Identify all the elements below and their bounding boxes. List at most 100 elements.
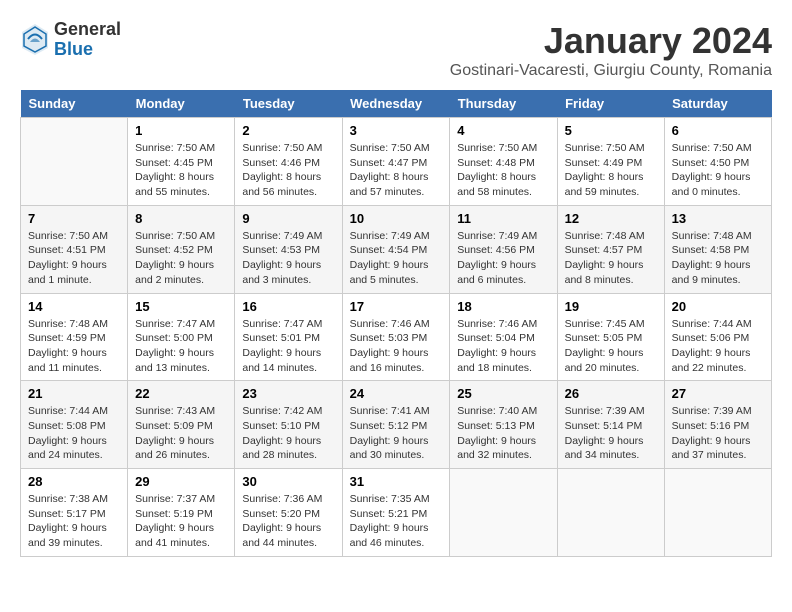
day-number: 18 <box>457 299 549 314</box>
cell-info: Sunrise: 7:37 AM Sunset: 5:19 PM Dayligh… <box>135 492 227 551</box>
cell-info: Sunrise: 7:35 AM Sunset: 5:21 PM Dayligh… <box>350 492 443 551</box>
calendar-cell: 4 Sunrise: 7:50 AM Sunset: 4:48 PM Daylig… <box>450 118 557 206</box>
calendar-cell: 25 Sunrise: 7:40 AM Sunset: 5:13 PM Dayli… <box>450 381 557 469</box>
day-number: 11 <box>457 211 549 226</box>
calendar-cell: 10 Sunrise: 7:49 AM Sunset: 4:54 PM Dayli… <box>342 205 450 293</box>
calendar-cell: 2Sunrise: 7:50 AM Sunset: 4:46 PM Daylig… <box>235 118 342 206</box>
week-row-2: 7 Sunrise: 7:50 AM Sunset: 4:51 PM Daylig… <box>21 205 772 293</box>
cell-info: Sunrise: 7:50 AM Sunset: 4:51 PM Dayligh… <box>28 229 120 288</box>
calendar-cell: 27 Sunrise: 7:39 AM Sunset: 5:16 PM Dayli… <box>664 381 771 469</box>
calendar-cell: 28 Sunrise: 7:38 AM Sunset: 5:17 PM Dayli… <box>21 469 128 557</box>
cell-info: Sunrise: 7:46 AM Sunset: 5:03 PM Dayligh… <box>350 317 443 376</box>
day-number: 30 <box>242 474 334 489</box>
cell-info: Sunrise: 7:49 AM Sunset: 4:56 PM Dayligh… <box>457 229 549 288</box>
col-header-friday: Friday <box>557 90 664 118</box>
header-row: SundayMondayTuesdayWednesdayThursdayFrid… <box>21 90 772 118</box>
calendar-cell <box>557 469 664 557</box>
logo: General Blue <box>20 20 121 60</box>
calendar-cell <box>450 469 557 557</box>
cell-info: Sunrise: 7:45 AM Sunset: 5:05 PM Dayligh… <box>565 317 657 376</box>
calendar-cell: 12 Sunrise: 7:48 AM Sunset: 4:57 PM Dayli… <box>557 205 664 293</box>
calendar-cell: 14 Sunrise: 7:48 AM Sunset: 4:59 PM Dayli… <box>21 293 128 381</box>
day-number: 4 <box>457 123 549 138</box>
col-header-monday: Monday <box>128 90 235 118</box>
day-number: 19 <box>565 299 657 314</box>
page-header: General Blue January 2024 Gostinari-Vaca… <box>20 20 772 80</box>
calendar-cell: 7 Sunrise: 7:50 AM Sunset: 4:51 PM Daylig… <box>21 205 128 293</box>
day-number: 6 <box>672 123 764 138</box>
cell-info: Sunrise: 7:50 AM Sunset: 4:48 PM Dayligh… <box>457 141 549 200</box>
calendar-cell: 30 Sunrise: 7:36 AM Sunset: 5:20 PM Dayli… <box>235 469 342 557</box>
calendar-cell: 15 Sunrise: 7:47 AM Sunset: 5:00 PM Dayli… <box>128 293 235 381</box>
day-number: 7 <box>28 211 120 226</box>
day-number: 29 <box>135 474 227 489</box>
day-number: 26 <box>565 386 657 401</box>
cell-info: Sunrise: 7:36 AM Sunset: 5:20 PM Dayligh… <box>242 492 334 551</box>
calendar-cell: 23Sunrise: 7:42 AM Sunset: 5:10 PM Dayli… <box>235 381 342 469</box>
cell-info: Sunrise: 7:38 AM Sunset: 5:17 PM Dayligh… <box>28 492 120 551</box>
cell-info: Sunrise: 7:47 AM Sunset: 5:00 PM Dayligh… <box>135 317 227 376</box>
calendar-cell: 1 Sunrise: 7:50 AM Sunset: 4:45 PM Daylig… <box>128 118 235 206</box>
day-number: 15 <box>135 299 227 314</box>
day-number: 24 <box>350 386 443 401</box>
logo-blue: Blue <box>54 40 121 60</box>
day-number: 14 <box>28 299 120 314</box>
calendar-table: SundayMondayTuesdayWednesdayThursdayFrid… <box>20 90 772 557</box>
cell-info: Sunrise: 7:46 AM Sunset: 5:04 PM Dayligh… <box>457 317 549 376</box>
cell-info: Sunrise: 7:50 AM Sunset: 4:52 PM Dayligh… <box>135 229 227 288</box>
cell-info: Sunrise: 7:50 AM Sunset: 4:50 PM Dayligh… <box>672 141 764 200</box>
cell-info: Sunrise: 7:48 AM Sunset: 4:57 PM Dayligh… <box>565 229 657 288</box>
cell-info: Sunrise: 7:47 AM Sunset: 5:01 PM Dayligh… <box>242 317 334 376</box>
week-row-3: 14 Sunrise: 7:48 AM Sunset: 4:59 PM Dayli… <box>21 293 772 381</box>
col-header-thursday: Thursday <box>450 90 557 118</box>
cell-info: Sunrise: 7:49 AM Sunset: 4:54 PM Dayligh… <box>350 229 443 288</box>
day-number: 27 <box>672 386 764 401</box>
calendar-cell: 19 Sunrise: 7:45 AM Sunset: 5:05 PM Dayli… <box>557 293 664 381</box>
cell-info: Sunrise: 7:39 AM Sunset: 5:14 PM Dayligh… <box>565 404 657 463</box>
col-header-tuesday: Tuesday <box>235 90 342 118</box>
cell-info: Sunrise: 7:49 AM Sunset: 4:53 PM Dayligh… <box>242 229 334 288</box>
calendar-cell: 5Sunrise: 7:50 AM Sunset: 4:49 PM Daylig… <box>557 118 664 206</box>
day-number: 28 <box>28 474 120 489</box>
day-number: 16 <box>242 299 334 314</box>
week-row-4: 21Sunrise: 7:44 AM Sunset: 5:08 PM Dayli… <box>21 381 772 469</box>
cell-info: Sunrise: 7:50 AM Sunset: 4:47 PM Dayligh… <box>350 141 443 200</box>
calendar-cell: 9 Sunrise: 7:49 AM Sunset: 4:53 PM Daylig… <box>235 205 342 293</box>
calendar-cell: 16 Sunrise: 7:47 AM Sunset: 5:01 PM Dayli… <box>235 293 342 381</box>
calendar-cell: 20Sunrise: 7:44 AM Sunset: 5:06 PM Dayli… <box>664 293 771 381</box>
cell-info: Sunrise: 7:48 AM Sunset: 4:59 PM Dayligh… <box>28 317 120 376</box>
day-number: 9 <box>242 211 334 226</box>
cell-info: Sunrise: 7:50 AM Sunset: 4:45 PM Dayligh… <box>135 141 227 200</box>
calendar-cell: 24 Sunrise: 7:41 AM Sunset: 5:12 PM Dayli… <box>342 381 450 469</box>
calendar-cell: 22 Sunrise: 7:43 AM Sunset: 5:09 PM Dayli… <box>128 381 235 469</box>
cell-info: Sunrise: 7:43 AM Sunset: 5:09 PM Dayligh… <box>135 404 227 463</box>
cell-info: Sunrise: 7:41 AM Sunset: 5:12 PM Dayligh… <box>350 404 443 463</box>
logo-text: General Blue <box>54 20 121 60</box>
day-number: 1 <box>135 123 227 138</box>
calendar-cell: 26 Sunrise: 7:39 AM Sunset: 5:14 PM Dayli… <box>557 381 664 469</box>
logo-icon <box>20 22 50 57</box>
col-header-sunday: Sunday <box>21 90 128 118</box>
cell-info: Sunrise: 7:40 AM Sunset: 5:13 PM Dayligh… <box>457 404 549 463</box>
day-number: 5 <box>565 123 657 138</box>
calendar-cell: 31 Sunrise: 7:35 AM Sunset: 5:21 PM Dayli… <box>342 469 450 557</box>
day-number: 12 <box>565 211 657 226</box>
col-header-wednesday: Wednesday <box>342 90 450 118</box>
day-number: 23 <box>242 386 334 401</box>
week-row-5: 28 Sunrise: 7:38 AM Sunset: 5:17 PM Dayli… <box>21 469 772 557</box>
day-number: 22 <box>135 386 227 401</box>
cell-info: Sunrise: 7:39 AM Sunset: 5:16 PM Dayligh… <box>672 404 764 463</box>
cell-info: Sunrise: 7:50 AM Sunset: 4:46 PM Dayligh… <box>242 141 334 200</box>
day-number: 21 <box>28 386 120 401</box>
calendar-cell: 21Sunrise: 7:44 AM Sunset: 5:08 PM Dayli… <box>21 381 128 469</box>
day-number: 20 <box>672 299 764 314</box>
col-header-saturday: Saturday <box>664 90 771 118</box>
calendar-cell: 29 Sunrise: 7:37 AM Sunset: 5:19 PM Dayli… <box>128 469 235 557</box>
day-number: 25 <box>457 386 549 401</box>
main-title: January 2024 <box>450 20 772 62</box>
day-number: 10 <box>350 211 443 226</box>
subtitle: Gostinari-Vacaresti, Giurgiu County, Rom… <box>450 62 772 80</box>
day-number: 3 <box>350 123 443 138</box>
day-number: 31 <box>350 474 443 489</box>
calendar-cell: 18 Sunrise: 7:46 AM Sunset: 5:04 PM Dayli… <box>450 293 557 381</box>
